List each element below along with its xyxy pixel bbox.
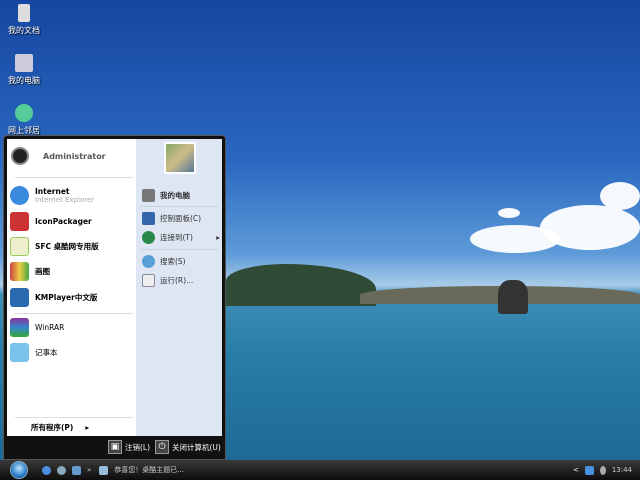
- menu-item-iconpackager[interactable]: IconPackager: [10, 212, 92, 231]
- network-icon: [15, 104, 33, 122]
- kmplayer-icon: [10, 288, 29, 307]
- arrow-right-icon: ▸: [85, 423, 90, 432]
- user-avatar-icon: [11, 147, 29, 165]
- arrow-right-icon: ▸: [216, 233, 220, 242]
- computer-icon: [142, 189, 155, 202]
- start-menu-right-panel: 我的电脑 控制面板(C) 连接到(T) ▸ 搜索(S) 运行(R)...: [136, 139, 222, 436]
- clock[interactable]: 13:44: [612, 466, 632, 474]
- menu-item-connect-to[interactable]: 连接到(T) ▸: [142, 231, 220, 244]
- desktop-icon-documents[interactable]: 我的文档: [2, 4, 46, 36]
- lock-icon: ▣: [108, 440, 122, 454]
- logoff-button[interactable]: ▣ 注销(L): [108, 440, 150, 454]
- taskbar: » 恭喜您！桌酷主题已... < 13:44: [0, 460, 640, 480]
- divider: [140, 249, 218, 250]
- window-icon: [99, 465, 109, 475]
- user-picture[interactable]: [164, 142, 196, 174]
- system-tray: < 13:44: [573, 465, 632, 475]
- all-programs-button[interactable]: 所有程序(P) ▸: [31, 422, 89, 433]
- paint-icon: [10, 262, 29, 281]
- winrar-icon: [10, 318, 29, 337]
- menu-item-kmplayer[interactable]: KMPlayer中文版: [10, 288, 97, 307]
- menu-item-winrar[interactable]: WinRAR: [10, 318, 64, 337]
- menu-item-my-computer[interactable]: 我的电脑: [142, 189, 190, 202]
- menu-item-sfc[interactable]: SFC 桌酷网专用版: [10, 237, 99, 256]
- connect-icon: [142, 231, 155, 244]
- menu-item-control-panel[interactable]: 控制面板(C): [142, 212, 201, 225]
- menu-item-notepad[interactable]: 记事本: [10, 343, 58, 362]
- start-button[interactable]: [10, 461, 28, 479]
- browser-icon[interactable]: [57, 465, 66, 475]
- menu-item-paint[interactable]: 画图: [10, 262, 50, 281]
- user-header: Administrator: [11, 147, 106, 165]
- notepad-icon: [10, 343, 29, 362]
- run-icon: [142, 274, 155, 287]
- quicklaunch-overflow[interactable]: »: [87, 466, 91, 474]
- tray-expand-button[interactable]: <: [573, 466, 579, 474]
- ie-icon[interactable]: [42, 465, 51, 475]
- divider: [15, 313, 133, 314]
- menu-item-search[interactable]: 搜索(S): [142, 255, 186, 268]
- start-menu-left-panel: Administrator Internet Internet Explorer …: [7, 139, 136, 436]
- iconpackager-icon: [10, 212, 29, 231]
- start-menu: Administrator Internet Internet Explorer …: [3, 135, 226, 460]
- sfc-icon: [10, 237, 29, 256]
- menu-item-run[interactable]: 运行(R)...: [142, 274, 193, 287]
- documents-icon: [18, 4, 30, 22]
- desktop-icon-computer[interactable]: 我的电脑: [2, 54, 46, 86]
- divider: [15, 177, 133, 178]
- volume-tray-icon[interactable]: [599, 465, 606, 475]
- control-panel-icon: [142, 212, 155, 225]
- ie-icon: [10, 186, 29, 205]
- computer-icon: [15, 54, 33, 72]
- shutdown-button[interactable]: ⏻ 关闭计算机(U): [155, 440, 221, 454]
- taskbar-button[interactable]: 恭喜您！桌酷主题已...: [99, 465, 184, 475]
- network-tray-icon[interactable]: [584, 465, 594, 475]
- power-icon: ⏻: [155, 440, 169, 454]
- divider: [140, 206, 218, 207]
- divider: [15, 417, 133, 418]
- quicklaunch-app-icon[interactable]: [72, 465, 81, 475]
- menu-item-internet[interactable]: Internet Internet Explorer: [10, 186, 94, 205]
- desktop-icon-network[interactable]: 网上邻居: [2, 104, 46, 136]
- search-icon: [142, 255, 155, 268]
